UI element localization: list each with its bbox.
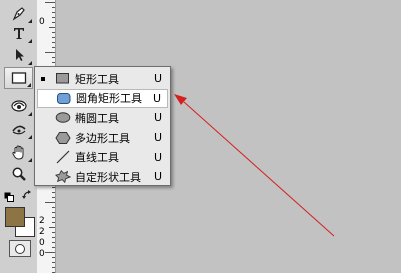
annotation-arrow bbox=[174, 94, 335, 237]
